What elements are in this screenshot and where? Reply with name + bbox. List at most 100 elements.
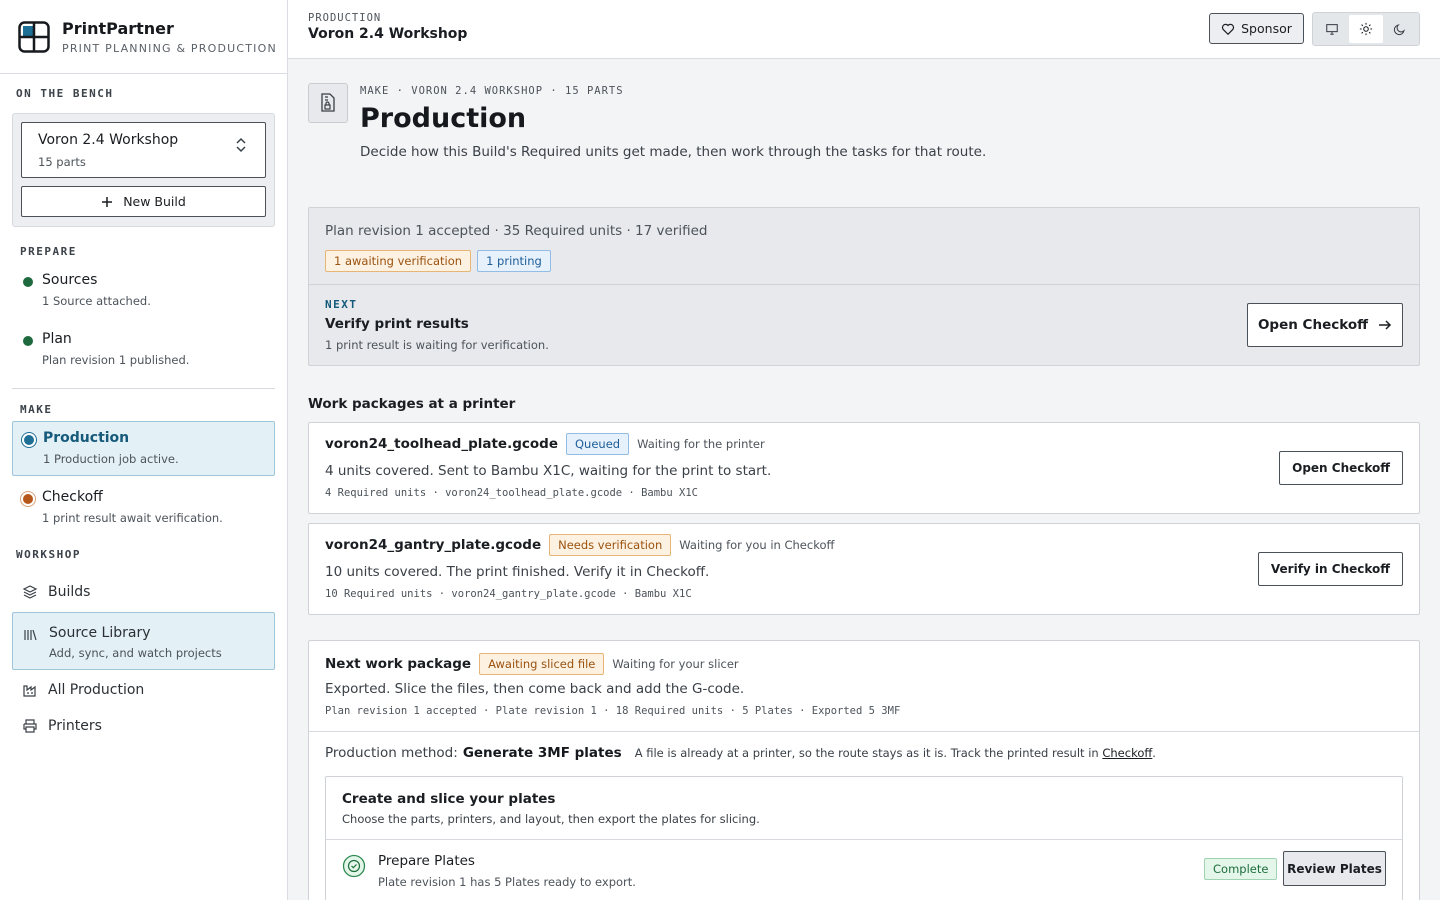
- slice-plates-panel: Create and slice your plates Choose the …: [325, 776, 1403, 900]
- nav-label: Source Library: [49, 625, 151, 641]
- package-desc: Exported. Slice the files, then come bac…: [325, 681, 745, 697]
- next-label: NEXT: [325, 298, 358, 311]
- status-badge: Awaiting sliced file: [479, 653, 605, 675]
- topbar: PRODUCTION Voron 2.4 Workshop Sponsor: [288, 0, 1440, 59]
- nav-source-library[interactable]: Source Library Add, sync, and watch proj…: [12, 612, 275, 670]
- main-content: MAKE · VORON 2.4 WORKSHOP · 15 PARTS Pro…: [288, 59, 1440, 900]
- step-plan[interactable]: Plan Plan revision 1 published.: [12, 323, 275, 375]
- build-parts: 15 parts: [38, 155, 86, 169]
- new-build-label: New Build: [123, 194, 186, 209]
- heart-icon: [1222, 23, 1235, 35]
- next-package-card: Next work package Awaiting sliced file W…: [308, 640, 1420, 900]
- package-desc: 10 units covered. The print finished. Ve…: [325, 564, 710, 580]
- review-plates-button[interactable]: Review Plates: [1283, 851, 1386, 886]
- packages-heading: Work packages at a printer: [308, 396, 516, 412]
- theme-dark-button[interactable]: [1383, 15, 1417, 43]
- sidebar: PrintPartner PRINT PLANNING & PRODUCTION…: [0, 0, 288, 900]
- work-package-card: voron24_toolhead_plate.gcode Queued Wait…: [308, 422, 1420, 514]
- package-wait: Waiting for the printer: [637, 437, 765, 451]
- breadcrumb: MAKE · VORON 2.4 WORKSHOP · 15 PARTS: [360, 85, 624, 97]
- chevron-updown-icon: [236, 137, 246, 153]
- work-package-card: voron24_gantry_plate.gcode Needs verific…: [308, 523, 1420, 615]
- package-wait: Waiting for your slicer: [612, 657, 739, 671]
- divider: [326, 839, 1402, 840]
- package-meta: 10 Required units · voron24_gantry_plate…: [325, 588, 692, 600]
- step-title: Sources: [42, 272, 98, 288]
- nav-label: Printers: [48, 718, 102, 734]
- page-description: Decide how this Build's Required units g…: [360, 144, 987, 160]
- step-checkoff[interactable]: Checkoff 1 print result await verificati…: [12, 481, 275, 533]
- bench-card: Voron 2.4 Workshop 15 parts New Build: [12, 113, 275, 227]
- open-checkoff-button[interactable]: Open Checkoff: [1247, 303, 1403, 347]
- status-badge: Needs verification: [549, 534, 672, 556]
- open-checkoff-button[interactable]: Open Checkoff: [1279, 451, 1403, 485]
- monitor-icon: [1326, 24, 1338, 35]
- package-meta: Plan revision 1 accepted · Plate revisio…: [325, 705, 901, 717]
- method-name: Generate 3MF plates: [462, 745, 622, 761]
- method-note: A file is already at a printer, so the r…: [635, 746, 1156, 760]
- app-tagline: PRINT PLANNING & PRODUCTION: [62, 41, 277, 55]
- check-circle-icon: [342, 854, 366, 878]
- nav-all-production[interactable]: All Production: [12, 678, 275, 702]
- task-title: Prepare Plates: [378, 853, 475, 869]
- next-package-title: Next work package: [325, 656, 472, 672]
- package-file: voron24_toolhead_plate.gcode: [325, 436, 558, 452]
- summary-panel: Plan revision 1 accepted · 35 Required u…: [308, 207, 1420, 366]
- step-desc: 1 print result await verification.: [42, 511, 223, 525]
- sponsor-button[interactable]: Sponsor: [1209, 13, 1304, 44]
- file-lock-icon: [321, 93, 335, 112]
- status-dot: [23, 336, 33, 346]
- awaiting-badge: 1 awaiting verification: [325, 250, 472, 272]
- page-icon: [308, 83, 348, 123]
- brand[interactable]: PrintPartner PRINT PLANNING & PRODUCTION: [0, 0, 287, 74]
- divider: [309, 284, 1419, 285]
- library-icon: [24, 629, 37, 641]
- topbar-title: Voron 2.4 Workshop: [308, 26, 468, 42]
- moon-icon: [1393, 24, 1405, 36]
- slice-desc: Choose the parts, printers, and layout, …: [342, 812, 760, 826]
- theme-switcher: [1312, 12, 1420, 46]
- complete-badge: Complete: [1204, 858, 1278, 880]
- page-title: Production: [360, 103, 527, 134]
- workshop-heading: WORKSHOP: [16, 548, 81, 561]
- method-end: .: [1152, 746, 1156, 760]
- package-desc: 4 units covered. Sent to Bambu X1C, wait…: [325, 463, 772, 479]
- package-meta: 4 Required units · voron24_toolhead_plat…: [325, 487, 698, 499]
- step-title: Production: [43, 430, 130, 446]
- new-build-button[interactable]: New Build: [21, 186, 266, 217]
- step-production[interactable]: Production 1 Production job active.: [12, 421, 275, 476]
- theme-light-button[interactable]: [1349, 15, 1383, 43]
- make-heading: MAKE: [20, 403, 53, 416]
- build-selector[interactable]: Voron 2.4 Workshop 15 parts: [21, 122, 266, 178]
- next-title: Verify print results: [325, 316, 469, 332]
- summary-line: Plan revision 1 accepted · 35 Required u…: [325, 223, 708, 239]
- button-label: Open Checkoff: [1257, 317, 1369, 333]
- plus-icon: [102, 196, 113, 207]
- method-label: Production method:: [325, 745, 458, 761]
- production-method: Production method: Generate 3MF plates A…: [325, 745, 1156, 761]
- bench-heading: ON THE BENCH: [16, 87, 114, 100]
- task-desc: Plate revision 1 has 5 Plates ready to e…: [378, 875, 636, 889]
- nav-builds[interactable]: Builds: [12, 580, 275, 604]
- step-desc: 1 Production job active.: [43, 452, 179, 466]
- divider: [12, 388, 275, 389]
- step-sources[interactable]: Sources 1 Source attached.: [12, 264, 275, 316]
- arrow-right-icon: [1379, 320, 1392, 330]
- status-dot: [24, 435, 34, 445]
- prepare-heading: PREPARE: [20, 245, 77, 258]
- layers-icon: [22, 585, 38, 599]
- theme-system-button[interactable]: [1315, 15, 1349, 43]
- checkoff-link[interactable]: Checkoff: [1102, 746, 1152, 760]
- step-title: Checkoff: [42, 489, 103, 505]
- build-name: Voron 2.4 Workshop: [38, 132, 179, 148]
- nav-label: All Production: [48, 682, 145, 698]
- factory-icon: [23, 685, 36, 697]
- verify-in-checkoff-button[interactable]: Verify in Checkoff: [1257, 552, 1403, 586]
- nav-printers[interactable]: Printers: [12, 714, 275, 738]
- package-wait: Waiting for you in Checkoff: [679, 538, 835, 552]
- sponsor-label: Sponsor: [1241, 21, 1292, 36]
- printer-icon: [23, 719, 37, 733]
- package-file: voron24_gantry_plate.gcode: [325, 537, 542, 553]
- step-desc: Plan revision 1 published.: [42, 353, 190, 367]
- method-note-text: A file is already at a printer, so the r…: [634, 746, 1099, 760]
